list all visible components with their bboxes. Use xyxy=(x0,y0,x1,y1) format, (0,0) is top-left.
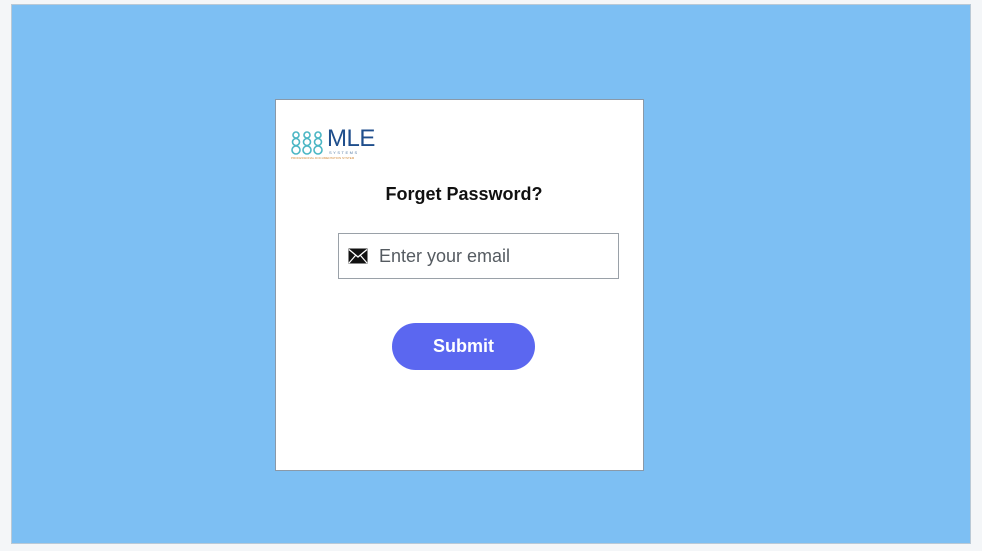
page-background: MLE SYSTEMS PROFESSIONAL DOCUMENTATION S… xyxy=(11,4,971,544)
forgot-password-card: MLE SYSTEMS PROFESSIONAL DOCUMENTATION S… xyxy=(275,99,644,471)
logo-subtitle-text: SYSTEMS xyxy=(329,150,359,155)
email-input[interactable] xyxy=(379,242,609,270)
logo-brand-text: MLE xyxy=(327,125,375,152)
email-field[interactable] xyxy=(338,233,619,279)
logo-tagline-text: PROFESSIONAL DOCUMENTATION SYSTEM xyxy=(291,156,355,160)
page-title: Forget Password? xyxy=(385,184,543,204)
submit-button[interactable]: Submit xyxy=(392,323,535,370)
envelope-icon xyxy=(348,248,368,264)
logo-rings-icon xyxy=(291,131,323,155)
company-logo: MLE SYSTEMS PROFESSIONAL DOCUMENTATION S… xyxy=(291,125,377,162)
